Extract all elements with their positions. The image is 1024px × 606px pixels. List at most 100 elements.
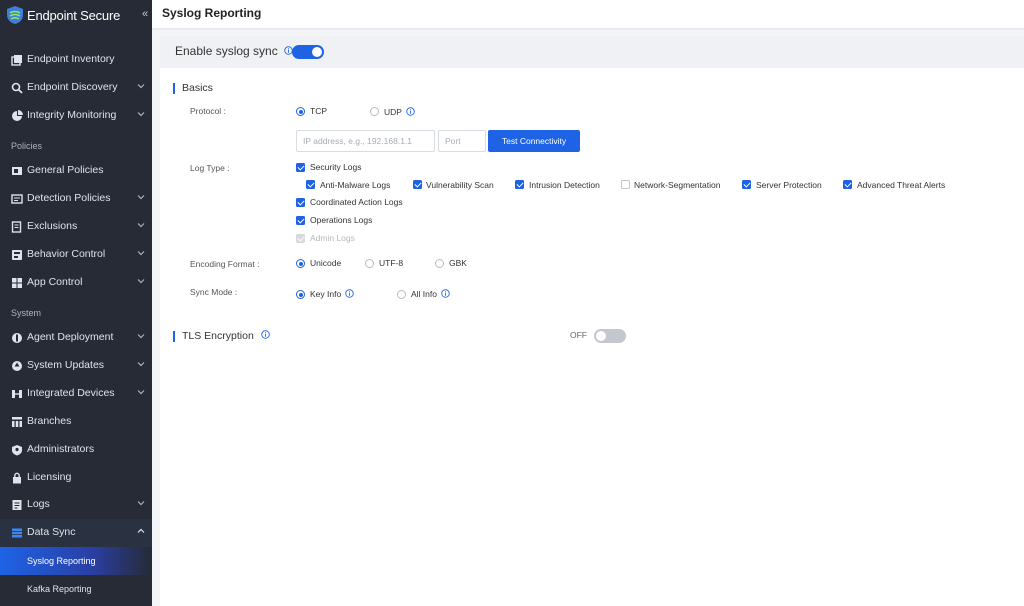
sidebar-section-policies: Policies — [11, 141, 43, 151]
server-protection-label: Server Protection — [756, 180, 822, 190]
encoding-unicode-radio[interactable] — [296, 259, 305, 268]
sidebar-subitem-label: Kafka Reporting — [27, 584, 92, 594]
encoding-gbk-radio[interactable] — [435, 259, 444, 268]
intrusion-detection-checkbox[interactable] — [515, 180, 524, 189]
sidebar-item-label: System Updates — [27, 359, 105, 371]
admin-icon — [12, 445, 22, 456]
app-control-icon — [12, 278, 22, 288]
sidebar-item-label: Detection Policies — [27, 192, 111, 204]
chevron-down-icon — [137, 195, 145, 200]
search-icon — [11, 82, 23, 94]
sidebar-section-system: System — [11, 308, 42, 318]
collapse-sidebar-icon[interactable]: « — [142, 8, 148, 20]
sidebar-item-detection-policies[interactable]: Detection Policies — [0, 185, 152, 213]
advanced-threat-alerts-checkbox[interactable] — [843, 180, 852, 189]
branches-icon — [12, 417, 22, 427]
tls-encryption-toggle[interactable] — [594, 329, 626, 343]
sidebar-item-endpoint-inventory[interactable]: Endpoint Inventory — [0, 46, 152, 74]
protocol-label: Protocol : — [190, 106, 226, 116]
info-icon[interactable] — [345, 289, 354, 298]
sidebar-item-logs[interactable]: Logs — [0, 491, 152, 519]
log-type-label: Log Type : — [190, 163, 230, 173]
section-basics: Basics — [173, 82, 213, 94]
server-protection-checkbox[interactable] — [742, 180, 751, 189]
sidebar-item-data-sync[interactable]: Data Sync — [0, 519, 152, 547]
sidebar-item-label: General Policies — [27, 164, 104, 176]
update-icon — [12, 361, 22, 371]
vulnerability-scan-checkbox[interactable] — [413, 180, 422, 189]
sidebar-item-label: Behavior Control — [27, 248, 106, 260]
sidebar-item-integrated-devices[interactable]: Integrated Devices — [0, 380, 152, 408]
sidebar-item-branches[interactable]: Branches — [0, 408, 152, 436]
protocol-udp-label: UDP — [384, 107, 402, 117]
section-tls-encryption: TLS Encryption — [173, 330, 270, 342]
sidebar-item-app-control[interactable]: App Control — [0, 269, 152, 297]
sidebar-item-integrity-monitoring[interactable]: Integrity Monitoring — [0, 102, 152, 130]
ip-address-input[interactable] — [296, 130, 435, 152]
enable-syslog-bar: Enable syslog sync — [160, 36, 1024, 68]
exclusion-icon — [11, 221, 22, 233]
info-icon[interactable] — [441, 289, 450, 298]
network-segmentation-label: Network-Segmentation — [634, 180, 721, 190]
operations-logs-checkbox[interactable] — [296, 216, 305, 225]
logo[interactable]: Endpoint Secure — [0, 0, 152, 30]
protocol-tcp-radio[interactable] — [296, 107, 305, 116]
sidebar-item-administrators[interactable]: Administrators — [0, 436, 152, 464]
protocol-tcp-label: TCP — [310, 106, 327, 116]
deployment-icon — [12, 333, 22, 343]
anti-malware-logs-checkbox[interactable] — [306, 180, 315, 189]
data-sync-icon — [12, 528, 22, 538]
main-panel: Basics Protocol : TCP UDP Test Connectiv… — [160, 68, 1024, 606]
sidebar: Endpoint Secure « Endpoint Inventory End… — [0, 0, 152, 606]
sidebar-item-label: Integrity Monitoring — [27, 109, 117, 121]
header: Syslog Reporting — [152, 0, 1024, 30]
page-title: Syslog Reporting — [162, 6, 262, 20]
enable-syslog-text: Enable syslog sync — [175, 44, 278, 58]
sidebar-subitem-kafka-reporting[interactable]: Kafka Reporting — [0, 575, 152, 603]
intrusion-detection-label: Intrusion Detection — [529, 180, 600, 190]
encoding-gbk-label: GBK — [449, 258, 467, 268]
security-logs-checkbox[interactable] — [296, 163, 305, 172]
security-logs-label: Security Logs — [310, 162, 362, 172]
toggle-knob — [312, 47, 322, 57]
sidebar-item-system-updates[interactable]: System Updates — [0, 352, 152, 380]
sidebar-item-behavior-control[interactable]: Behavior Control — [0, 241, 152, 269]
test-connectivity-button[interactable]: Test Connectivity — [488, 130, 580, 152]
sync-key-info-radio[interactable] — [296, 290, 305, 299]
enable-syslog-toggle[interactable] — [292, 45, 324, 59]
sidebar-item-exclusions[interactable]: Exclusions — [0, 213, 152, 241]
chevron-down-icon — [137, 501, 145, 506]
network-segmentation-checkbox[interactable] — [621, 180, 630, 189]
port-input[interactable] — [438, 130, 486, 152]
operations-logs-label: Operations Logs — [310, 215, 373, 225]
encoding-utf8-radio[interactable] — [365, 259, 374, 268]
coordinated-action-logs-label: Coordinated Action Logs — [310, 197, 403, 207]
sidebar-subitem-syslog-reporting[interactable]: Syslog Reporting — [0, 547, 152, 575]
lock-icon — [13, 472, 21, 484]
admin-logs-checkbox — [296, 234, 305, 243]
chevron-down-icon — [137, 279, 145, 284]
protocol-udp-radio[interactable] — [370, 107, 379, 116]
vulnerability-scan-label: Vulnerability Scan — [426, 180, 494, 190]
info-icon[interactable] — [260, 330, 270, 339]
sidebar-item-label: Logs — [27, 498, 50, 510]
sidebar-item-agent-deployment[interactable]: Agent Deployment — [0, 324, 152, 352]
anti-malware-logs-label: Anti-Malware Logs — [320, 180, 391, 190]
info-icon[interactable] — [406, 107, 415, 116]
logs-icon — [12, 500, 22, 510]
advanced-threat-alerts-label: Advanced Threat Alerts — [857, 180, 946, 190]
behavior-icon — [12, 250, 22, 260]
sidebar-item-licensing[interactable]: Licensing — [0, 464, 152, 492]
sidebar-item-label: Integrated Devices — [27, 387, 115, 399]
sync-all-info-label: All Info — [411, 289, 437, 299]
sidebar-item-general-policies[interactable]: General Policies — [0, 157, 152, 185]
sync-all-info-radio[interactable] — [397, 290, 406, 299]
pie-chart-icon — [12, 110, 23, 121]
sidebar-item-label: Endpoint Inventory — [27, 53, 115, 65]
policy-icon — [12, 167, 22, 175]
sidebar-item-endpoint-discovery[interactable]: Endpoint Discovery — [0, 74, 152, 102]
admin-logs-label: Admin Logs — [310, 233, 355, 243]
enable-syslog-label: Enable syslog sync — [175, 44, 293, 58]
coordinated-action-logs-checkbox[interactable] — [296, 198, 305, 207]
sidebar-item-label: Data Sync — [27, 526, 76, 538]
